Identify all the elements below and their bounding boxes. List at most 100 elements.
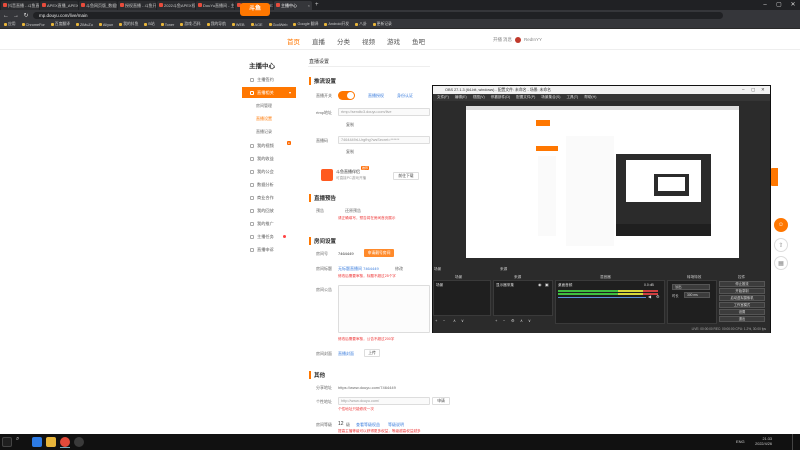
- back-icon[interactable]: ←: [3, 13, 9, 19]
- stop-stream-button[interactable]: 停止推流: [719, 281, 765, 287]
- apply-vip-room-button[interactable]: 申请靓号房间: [364, 249, 394, 257]
- bookmark[interactable]: 游戏-百科: [180, 22, 201, 27]
- bookmark[interactable]: GodWeb: [268, 23, 287, 27]
- source-down-icon[interactable]: ∨: [528, 318, 531, 323]
- browser-tab[interactable]: 斗鱼网页版_数据统计×: [79, 0, 117, 10]
- obs-menu-item[interactable]: 编辑(E): [455, 94, 467, 101]
- notice-textarea[interactable]: [338, 285, 430, 333]
- window-minimize-button[interactable]: –: [758, 0, 772, 10]
- edit-name-button[interactable]: 修改: [395, 266, 403, 272]
- browser-tab-active[interactable]: 主播中心 ×: [274, 0, 312, 10]
- apply-custom-url-button[interactable]: 申请: [432, 397, 450, 405]
- site-logo[interactable]: 斗鱼: [240, 3, 270, 16]
- obs-menu-item[interactable]: 视图(V): [473, 94, 485, 101]
- move-up-icon[interactable]: ∧: [453, 318, 456, 323]
- feedback-icon[interactable]: ☺: [774, 218, 788, 232]
- chrome-icon[interactable]: [60, 437, 70, 447]
- sidebar-item-sign[interactable]: 主播签约: [242, 74, 296, 85]
- level-rights-link[interactable]: 查看等级权益: [356, 422, 380, 428]
- browser-tab[interactable]: 抖音直播 - 斗鱼直播×: [1, 0, 39, 10]
- messages-link[interactable]: 消息: [503, 37, 512, 43]
- studio-mode-button[interactable]: 工作室模式: [719, 302, 765, 308]
- browser-tab[interactable]: APEX直播_APEX直播...×: [40, 0, 78, 10]
- reload-icon[interactable]: ↻: [23, 12, 29, 19]
- nav-live[interactable]: 直播: [312, 36, 325, 46]
- tab-close-icon[interactable]: ×: [308, 1, 310, 10]
- scenes-list[interactable]: 场景: [433, 280, 491, 316]
- nav-category[interactable]: 分类: [337, 36, 350, 46]
- volume-slider[interactable]: [558, 297, 646, 298]
- speaker-icon[interactable]: ◀: [648, 294, 651, 299]
- obs-maximize-button[interactable]: ▢: [751, 86, 755, 94]
- obs-menu-item[interactable]: 停靠部件(D): [491, 94, 510, 101]
- download-button[interactable]: 前往下载: [393, 172, 419, 180]
- nav-yuba[interactable]: 鱼吧: [412, 36, 425, 46]
- obs-menu-item[interactable]: 工具(T): [566, 94, 578, 101]
- bookmark[interactable]: 更新记录: [372, 22, 392, 27]
- back-to-top-icon[interactable]: ⇧: [774, 238, 788, 252]
- move-down-icon[interactable]: ∨: [461, 318, 464, 323]
- lock-icon[interactable]: ▣: [545, 282, 549, 287]
- nav-home[interactable]: 首页: [287, 36, 300, 46]
- scene-item[interactable]: 场景: [436, 283, 443, 288]
- virtual-camera-button[interactable]: 启动虚拟摄像机: [719, 295, 765, 301]
- bookmark[interactable]: ChromeFor: [21, 23, 45, 27]
- custom-url-input[interactable]: http://www.douyu.com/: [338, 397, 430, 405]
- task-view-icon[interactable]: [32, 437, 42, 447]
- start-menu-icon[interactable]: [2, 437, 12, 447]
- forward-icon[interactable]: →: [13, 13, 19, 19]
- window-close-button[interactable]: ✕: [786, 0, 800, 10]
- sidebar-sub-records[interactable]: 直播记录: [256, 129, 272, 135]
- bookmark[interactable]: Toner: [160, 23, 174, 27]
- bookmark[interactable]: 我的导航: [206, 22, 226, 27]
- bookmark[interactable]: ZiMuZu: [75, 23, 93, 27]
- share-url[interactable]: https://www.douyu.com/7464449: [338, 385, 396, 390]
- bookmark[interactable]: 应用: [4, 22, 16, 27]
- gear-icon[interactable]: ⚙: [656, 294, 660, 299]
- sidebar-item-income[interactable]: 我的收益: [242, 153, 296, 164]
- visibility-eye-icon[interactable]: ◉: [538, 282, 542, 287]
- obs-menu-item[interactable]: 文件(F): [437, 94, 449, 101]
- tray-clock[interactable]: 21:33 2022/4/26: [755, 437, 772, 447]
- file-explorer-icon[interactable]: [46, 437, 56, 447]
- nav-video[interactable]: 视频: [362, 36, 375, 46]
- auth-link[interactable]: 直播授权: [368, 93, 384, 99]
- avatar[interactable]: [515, 37, 521, 43]
- bookmark[interactable]: 我的抖鱼: [119, 22, 138, 27]
- browser-tab[interactable]: DouYu直播间 - 主播中心×: [196, 0, 234, 10]
- add-scene-icon[interactable]: +: [435, 318, 437, 323]
- sidebar-item-tasks[interactable]: 主播任务: [242, 231, 296, 242]
- copy-code-button[interactable]: 复制: [346, 149, 354, 155]
- duration-input[interactable]: 300 ms: [684, 292, 710, 298]
- obs-menu-item[interactable]: 配置文件(P): [516, 94, 535, 101]
- sources-tab[interactable]: 来源: [500, 267, 507, 272]
- browser-tab[interactable]: 2022斗鱼APEX视频...×: [157, 0, 195, 10]
- obs-preview-canvas[interactable]: [466, 106, 739, 258]
- qrcode-icon[interactable]: ▦: [774, 256, 788, 270]
- bookmark[interactable]: WEB: [231, 23, 245, 27]
- sidebar-item-promo[interactable]: 我的推广: [242, 218, 296, 229]
- bookmark[interactable]: 八卦: [355, 22, 367, 27]
- source-item[interactable]: 显示器采集: [496, 283, 514, 288]
- show-desktop-button[interactable]: [792, 434, 800, 450]
- bookmark[interactable]: B站: [144, 22, 155, 27]
- sidebar-item-appeal[interactable]: 直播申诉: [242, 244, 296, 255]
- level-info-link[interactable]: 等级说明: [388, 422, 404, 428]
- nav-game[interactable]: 游戏: [387, 36, 400, 46]
- stream-toggle[interactable]: [338, 91, 355, 100]
- preview-state[interactable]: 还原预告: [345, 208, 361, 214]
- bookmark[interactable]: Google 翻译: [293, 22, 318, 27]
- start-live-link[interactable]: 开播: [493, 37, 502, 43]
- new-tab-button[interactable]: +: [315, 2, 319, 8]
- sidebar-item-live[interactable]: 直播相关: [242, 87, 296, 98]
- transition-select[interactable]: 淡出: [672, 284, 710, 290]
- bookmark[interactable]: AGE: [250, 23, 263, 27]
- sources-list[interactable]: 显示器采集 ◉ ▣: [493, 280, 553, 316]
- remove-scene-icon[interactable]: −: [443, 318, 445, 323]
- source-settings-icon[interactable]: ⚙: [511, 318, 515, 323]
- obs-exit-button[interactable]: 退出: [719, 316, 765, 322]
- obs-menu-item[interactable]: 帮助(H): [584, 94, 596, 101]
- window-maximize-button[interactable]: ▢: [772, 0, 786, 10]
- add-source-icon[interactable]: +: [495, 318, 497, 323]
- username[interactable]: RedInYY: [524, 37, 542, 42]
